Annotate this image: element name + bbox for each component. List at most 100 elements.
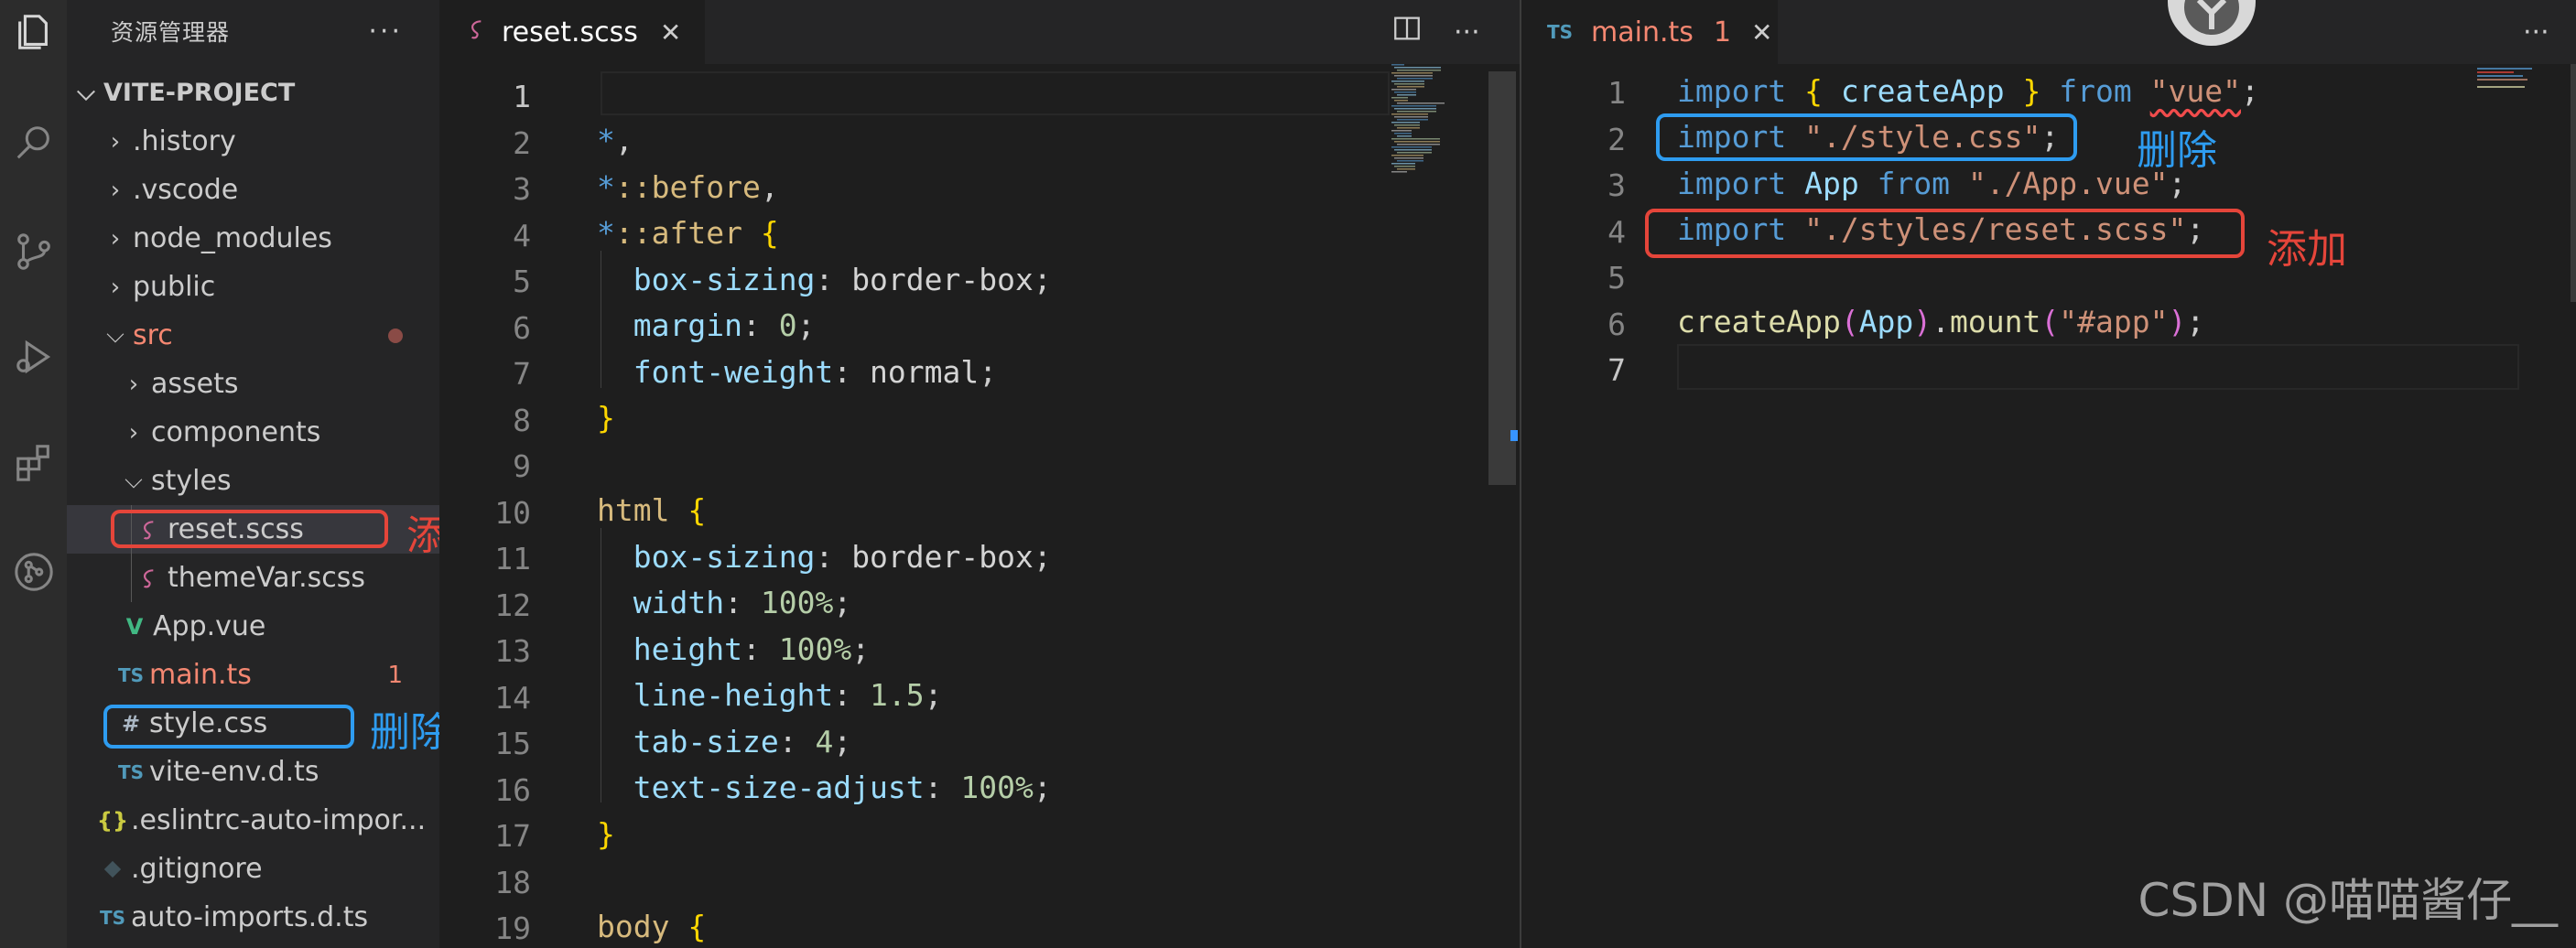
minimap-line	[1394, 83, 1424, 85]
vertical-scrollbar[interactable]	[2571, 64, 2576, 302]
tree-item-public[interactable]: › public	[67, 263, 439, 311]
add-highlight-box	[1645, 209, 2245, 258]
tree-item-history[interactable]: › .history	[67, 117, 439, 166]
code-line[interactable]: }	[597, 811, 615, 856]
run-debug-icon[interactable]	[0, 325, 67, 389]
tree-item-main-ts[interactable]: TS main.ts 1	[67, 651, 439, 699]
line-number: 6	[513, 309, 531, 346]
minimap-line	[1391, 105, 1436, 107]
minimap-line	[1391, 72, 1433, 74]
tree-item-label: App.vue	[153, 610, 266, 642]
line-number: 9	[513, 448, 531, 484]
tree-item-label: .eslintrc-auto-impor...	[131, 804, 427, 836]
explorer-icon[interactable]	[0, 0, 67, 64]
tree-root-folder[interactable]: ⌵ VITE-PROJECT	[67, 69, 439, 117]
tree-item-label: styles	[151, 465, 232, 497]
extensions-icon[interactable]	[0, 430, 67, 494]
tree-item-gitignore[interactable]: .gitignore	[67, 845, 439, 893]
more-actions-icon[interactable]: ···	[1454, 16, 1480, 48]
tab-reset-scss[interactable]: reset.scss ✕	[439, 0, 705, 64]
minimap[interactable]	[2477, 64, 2569, 101]
minimap-line	[1397, 119, 1428, 121]
tree-item-themevar-scss[interactable]: themeVar.scss	[67, 554, 439, 602]
tree-item-label: .vscode	[133, 174, 239, 206]
explorer-sidebar: 资源管理器 ··· ⌵ VITE-PROJECT › .history › .v…	[67, 0, 439, 948]
line-number: 7	[513, 356, 531, 392]
sidebar-header: 资源管理器 ···	[67, 0, 439, 62]
tree-item-node-modules[interactable]: › node_modules	[67, 214, 439, 263]
tab-main-ts[interactable]: TS main.ts 1 ✕	[1521, 0, 1778, 64]
line-number: 11	[494, 541, 531, 576]
tree-item-label: components	[151, 416, 321, 448]
tree-item-label: auto-imports.d.ts	[131, 901, 369, 933]
delete-highlight-box	[1656, 113, 2077, 161]
tree-item-eslintrc[interactable]: {} .eslintrc-auto-impor...	[67, 796, 439, 845]
minimap[interactable]	[1391, 64, 1488, 183]
vertical-scrollbar[interactable]	[1488, 71, 1516, 485]
minimap-line	[1391, 81, 1424, 82]
code-line[interactable]: width: 100%;	[597, 580, 851, 626]
tree-item-components[interactable]: › components	[67, 408, 439, 457]
code-line[interactable]: line-height: 1.5;	[597, 673, 943, 718]
minimap-line	[1397, 102, 1445, 104]
search-icon[interactable]	[0, 112, 67, 176]
add-highlight-box	[111, 510, 388, 548]
more-actions-icon[interactable]: ···	[368, 16, 403, 48]
code-line[interactable]: box-sizing: border-box;	[597, 533, 1052, 579]
minimap-line	[1394, 149, 1432, 151]
current-line-highlight	[601, 71, 1390, 115]
minimap-line	[1391, 97, 1408, 99]
code-line[interactable]: *::after {	[597, 210, 779, 256]
minimap-line	[1394, 75, 1433, 77]
problem-count-badge: 1	[1713, 16, 1732, 48]
close-icon[interactable]: ✕	[660, 17, 681, 48]
tree-item-label: main.ts	[149, 659, 252, 691]
activity-bar	[0, 0, 67, 948]
line-number: 2	[1607, 121, 1626, 157]
typescript-file-icon: TS	[99, 906, 126, 929]
code-line[interactable]: box-sizing: border-box;	[597, 256, 1052, 302]
close-icon[interactable]: ✕	[1751, 17, 1772, 48]
minimap-line	[1397, 144, 1440, 145]
line-number: 2	[513, 124, 531, 161]
code-line[interactable]: *,	[597, 118, 633, 164]
tree-item-assets[interactable]: › assets	[67, 360, 439, 408]
line-number: 4	[513, 217, 531, 253]
code-line[interactable]: }	[597, 395, 615, 441]
git-graph-icon[interactable]	[0, 540, 67, 604]
code-line[interactable]: font-weight: normal;	[597, 349, 997, 394]
code-line[interactable]: createApp(App). mount("#app");	[1677, 299, 2204, 345]
tree-item-src[interactable]: ⌵ src	[67, 311, 439, 360]
minimap-line	[1391, 171, 1407, 173]
line-number: 1	[1607, 75, 1626, 111]
source-control-icon[interactable]	[0, 220, 67, 284]
code-line[interactable]: tab-size: 4;	[597, 718, 851, 764]
line-number: 17	[494, 818, 531, 854]
more-actions-icon[interactable]: ···	[2523, 16, 2549, 48]
minimap-line	[1391, 64, 1404, 66]
line-number: 14	[494, 679, 531, 716]
sass-file-icon	[131, 566, 168, 590]
typescript-file-icon: TS	[117, 760, 145, 783]
json-file-icon: {}	[96, 807, 129, 834]
tree-item-label: assets	[151, 368, 239, 400]
code-line[interactable]: import { createApp } from "vue";	[1677, 68, 2259, 113]
line-number: 5	[513, 264, 531, 299]
code-line[interactable]: text-size-adjust: 100%;	[597, 765, 1052, 811]
minimap-line	[1397, 111, 1436, 113]
minimap-line	[1391, 138, 1440, 140]
git-file-icon	[94, 859, 131, 879]
minimap-line	[1394, 108, 1436, 110]
code-line[interactable]: body {	[597, 903, 706, 948]
tree-item-auto-imports[interactable]: TS auto-imports.d.ts	[67, 893, 439, 942]
code-line[interactable]: html {	[597, 488, 706, 533]
tree-item-styles[interactable]: ⌵ styles	[67, 457, 439, 505]
code-line[interactable]: *::before,	[597, 164, 779, 210]
code-line[interactable]: import App from "./App.vue";	[1677, 160, 2186, 206]
split-editor-icon[interactable]	[1391, 13, 1423, 51]
code-line[interactable]: height: 100%;	[597, 626, 870, 672]
minimap-line	[1394, 116, 1428, 118]
tree-item-vscode[interactable]: › .vscode	[67, 166, 439, 214]
tree-item-app-vue[interactable]: V App.vue	[67, 602, 439, 651]
code-line[interactable]: margin: 0;	[597, 303, 816, 349]
